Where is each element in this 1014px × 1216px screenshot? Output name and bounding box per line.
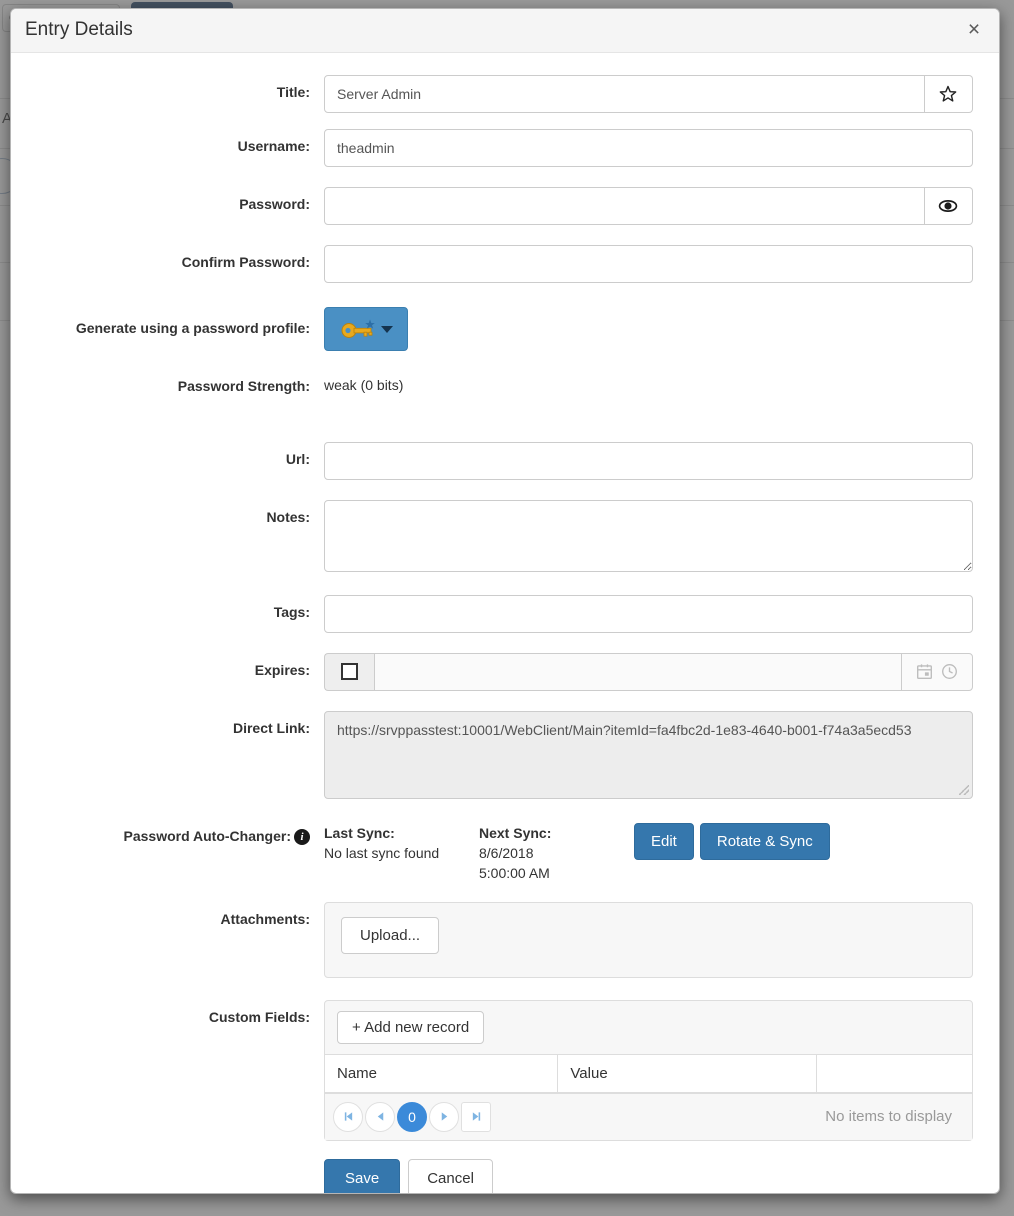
field-row-password: Password: [11, 187, 999, 225]
field-row-generate-profile: Generate using a password profile: [11, 307, 999, 351]
close-icon[interactable]: × [961, 17, 987, 43]
expires-checkbox[interactable] [341, 663, 358, 681]
expires-label: Expires: [254, 661, 310, 678]
field-row-notes: Notes: [11, 499, 999, 575]
column-header-name[interactable]: Name [325, 1053, 559, 1093]
last-sync-value: No last sync found [324, 845, 440, 862]
table-header-row: Name Value [325, 1053, 972, 1093]
auto-changer-label-text: Password Auto-Changer: [123, 827, 292, 844]
field-row-username: Username: [11, 129, 999, 167]
tags-input[interactable] [324, 594, 973, 633]
auto-changer-label: Password Auto-Changer: i [11, 821, 324, 884]
confirm-password-input[interactable] [324, 245, 973, 283]
password-input[interactable] [324, 187, 925, 225]
column-header-actions [816, 1053, 972, 1093]
info-icon[interactable]: i [294, 829, 310, 846]
field-row-tags: Tags: [11, 594, 999, 633]
entry-details-dialog: Entry Details × Title: Username: [10, 8, 1000, 1194]
resize-grip-icon[interactable] [959, 784, 969, 795]
save-button[interactable]: Save [324, 1158, 401, 1193]
field-row-custom-fields: Custom Fields: + Add new record Name Val… [11, 999, 999, 1141]
next-sync-header: Next Sync: [479, 824, 552, 841]
attachments-label: Attachments: [220, 910, 310, 927]
notes-label: Notes: [266, 508, 310, 525]
field-row-auto-changer: Password Auto-Changer: i Last Sync: No la… [11, 821, 999, 884]
generate-password-profile-button[interactable] [324, 307, 408, 351]
field-row-title: Title: [11, 75, 999, 113]
dialog-header: Entry Details × [11, 9, 999, 53]
field-row-password-strength: Password Strength: weak (0 bits) [11, 373, 999, 396]
username-input[interactable] [324, 129, 973, 167]
field-row-expires: Expires: [11, 652, 999, 691]
upload-button[interactable]: Upload... [341, 916, 440, 954]
generate-profile-label: Generate using a password profile: [75, 320, 310, 336]
favorite-star-button[interactable] [924, 75, 973, 113]
prev-page-icon[interactable] [365, 1101, 395, 1132]
password-strength-value: weak (0 bits) [324, 377, 404, 393]
grid-pager: 0 No items to display [325, 1092, 972, 1140]
field-row-confirm-password: Confirm Password: [11, 245, 999, 283]
add-new-record-button[interactable]: + Add new record [337, 1010, 485, 1044]
cancel-button[interactable]: Cancel [408, 1158, 493, 1193]
custom-fields-grid: + Add new record Name Value 0 No items t… [324, 999, 973, 1141]
next-page-icon[interactable] [429, 1101, 459, 1132]
page-number-button[interactable]: 0 [397, 1101, 427, 1132]
column-header-value[interactable]: Value [557, 1053, 818, 1093]
eye-icon [937, 195, 959, 217]
expires-picker-buttons [901, 652, 973, 691]
calendar-icon[interactable] [916, 663, 933, 680]
direct-link-value: https://srvppasstest:10001/WebClient/Mai… [337, 721, 912, 738]
confirm-password-label: Confirm Password: [181, 254, 310, 270]
last-sync-column: Last Sync: No last sync found [324, 823, 479, 864]
next-sync-time: 5:00:00 AM [479, 865, 550, 882]
edit-auto-changer-button[interactable]: Edit [634, 822, 694, 860]
clock-icon[interactable] [941, 663, 958, 680]
expires-date-input[interactable] [374, 652, 901, 691]
custom-fields-label: Custom Fields: [208, 1008, 310, 1025]
url-label: Url: [285, 450, 310, 467]
field-row-direct-link: Direct Link: https://srvppasstest:10001/… [11, 710, 999, 799]
star-icon [938, 84, 958, 104]
title-label: Title: [276, 84, 310, 100]
rotate-and-sync-button[interactable]: Rotate & Sync [699, 822, 830, 860]
direct-link-textarea[interactable]: https://srvppasstest:10001/WebClient/Mai… [324, 710, 973, 799]
direct-link-label: Direct Link: [232, 719, 310, 736]
last-sync-header: Last Sync: [324, 824, 395, 841]
page-title: Entry Details [25, 19, 133, 40]
notes-textarea[interactable] [324, 499, 973, 572]
chevron-down-icon [380, 325, 393, 333]
last-page-icon[interactable] [461, 1101, 491, 1132]
custom-fields-table: Name Value [325, 1053, 972, 1093]
expires-checkbox-addon [324, 652, 374, 691]
password-strength-label: Password Strength: [177, 378, 310, 394]
dialog-footer: Save Cancel [11, 1158, 999, 1193]
field-row-attachments: Attachments: Upload... [11, 901, 999, 978]
url-input[interactable] [324, 441, 973, 480]
attachments-panel: Upload... [324, 901, 973, 978]
first-page-icon[interactable] [333, 1101, 363, 1132]
password-label: Password: [239, 196, 310, 212]
field-row-url: Url: [11, 441, 999, 480]
custom-fields-toolbar: + Add new record [325, 1001, 972, 1054]
tags-label: Tags: [273, 603, 310, 620]
dialog-body: Title: Username: Password: [11, 53, 999, 1193]
title-input[interactable] [324, 75, 925, 113]
reveal-password-button[interactable] [924, 187, 973, 225]
next-sync-date: 8/6/2018 [479, 845, 534, 862]
pager-empty-message: No items to display [825, 1108, 952, 1126]
key-icon [340, 318, 376, 340]
next-sync-column: Next Sync: 8/6/2018 5:00:00 AM [479, 823, 634, 884]
username-label: Username: [237, 138, 310, 154]
